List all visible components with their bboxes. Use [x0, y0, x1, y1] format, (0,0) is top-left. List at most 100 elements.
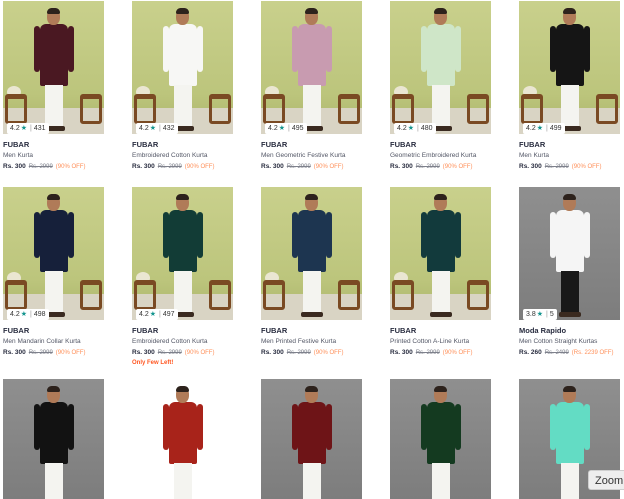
original-price: Rs. 2999 — [286, 350, 311, 356]
chair-prop — [263, 94, 285, 124]
model-figure — [292, 8, 332, 134]
product-price-row: Rs. 300 Rs. 2999 (90% OFF) — [261, 349, 343, 356]
model-legs — [432, 271, 450, 313]
product-title: Men Cotton Straight Kurtas — [519, 338, 598, 345]
product-title: Men Printed Festive Kurta — [261, 338, 337, 345]
product-card[interactable] — [261, 379, 362, 499]
chair-prop — [209, 280, 231, 310]
product-image[interactable]: 4.2★ | 497 — [132, 187, 233, 320]
rating-value: 3.8 — [526, 311, 536, 318]
model-arm — [68, 212, 74, 258]
product-card[interactable]: 4.2★ | 499 FUBAR Men Kurta Rs. 300 Rs. 2999 (90… — [519, 1, 620, 181]
chair-prop — [263, 280, 285, 310]
product-image[interactable]: 4.2★ | 431 — [3, 1, 104, 134]
product-price-row: Rs. 300 Rs. 2999 (90% OFF) — [519, 163, 601, 170]
product-image[interactable] — [390, 187, 491, 320]
star-icon: ★ — [149, 311, 157, 318]
model-arm — [326, 404, 332, 450]
product-image[interactable] — [390, 379, 491, 499]
model-legs — [303, 85, 321, 127]
zoom-button[interactable]: Zoom V — [588, 470, 624, 490]
model-legs — [561, 271, 579, 313]
model-legs — [303, 271, 321, 313]
chair-prop — [5, 280, 27, 310]
product-brand: FUBAR — [519, 140, 546, 149]
model-arm — [455, 26, 461, 72]
model-legs — [45, 463, 63, 499]
stock-urgency-label: Only Few Left! — [132, 360, 174, 366]
rating-value: 4.2 — [139, 125, 149, 132]
model-shoes — [559, 312, 581, 317]
discounted-price: Rs. 300 — [132, 163, 155, 170]
model-arm — [326, 26, 332, 72]
product-image[interactable]: 4.2★ | 499 — [519, 1, 620, 134]
product-card[interactable] — [3, 379, 104, 499]
kurta-garment — [556, 402, 584, 464]
product-price-row: Rs. 300 Rs. 2999 (90% OFF) — [261, 163, 343, 170]
model-figure — [163, 194, 203, 320]
product-card[interactable]: 4.2★ | 495 FUBAR Men Geometric Festive Kurta… — [261, 1, 362, 181]
model-figure — [421, 8, 461, 134]
product-card[interactable]: 3.8★ | 5 Moda Rapido Men Cotton Straight Kur… — [519, 187, 620, 367]
chair-prop — [80, 94, 102, 124]
product-image[interactable] — [132, 379, 233, 499]
model-legs — [561, 85, 579, 127]
product-image[interactable]: 4.2★ | 480 — [390, 1, 491, 134]
product-card[interactable]: 4.2★ | 431 FUBAR Men Kurta Rs. 300 Rs. 2999 (90… — [3, 1, 104, 181]
product-title: Men Geometric Festive Kurta — [261, 152, 346, 159]
product-title: Embroidered Cotton Kurta — [132, 338, 208, 345]
model-hair — [47, 194, 60, 200]
kurta-garment — [298, 210, 326, 272]
model-figure — [550, 194, 590, 320]
product-grid: 4.2★ | 431 FUBAR Men Kurta Rs. 300 Rs. 2999 (90… — [0, 0, 624, 499]
product-image[interactable]: 3.8★ | 5 — [519, 187, 620, 320]
chair-prop — [338, 280, 360, 310]
rating-count: 495 — [291, 125, 304, 132]
product-image[interactable] — [261, 379, 362, 499]
kurta-garment — [169, 402, 197, 464]
model-arm — [68, 404, 74, 450]
model-figure — [34, 386, 74, 499]
rating-separator: | — [30, 125, 32, 132]
product-image[interactable]: 4.2★ | 495 — [261, 1, 362, 134]
chair-prop — [209, 94, 231, 124]
product-image[interactable] — [3, 379, 104, 499]
rating-badge: 4.2★ | 480 — [394, 123, 436, 134]
product-card[interactable]: 4.2★ | 497 FUBAR Embroidered Cotton Kurta Rs.… — [132, 187, 233, 367]
model-hair — [305, 386, 318, 392]
rating-badge: 4.2★ | 498 — [7, 309, 49, 320]
product-title: Men Mandarin Collar Kurta — [3, 338, 81, 345]
chair-prop — [392, 280, 414, 310]
star-icon: ★ — [20, 125, 28, 132]
model-legs — [174, 463, 192, 499]
product-brand: FUBAR — [390, 326, 417, 335]
product-card[interactable]: 4.2★ | 498 FUBAR Men Mandarin Collar Kurta Rs… — [3, 187, 104, 367]
original-price: Rs. 2499 — [544, 350, 569, 356]
product-title: Printed Cotton A-Line Kurta — [390, 338, 470, 345]
model-arm — [455, 212, 461, 258]
product-image[interactable]: 4.2★ | 498 — [3, 187, 104, 320]
model-arm — [584, 26, 590, 72]
product-card[interactable]: FUBAR Printed Cotton A-Line Kurta Rs. 300 R… — [390, 187, 491, 367]
discounted-price: Rs. 260 — [519, 349, 542, 356]
rating-separator: | — [159, 125, 161, 132]
model-hair — [47, 8, 60, 14]
discount-percent: (90% OFF) — [571, 164, 602, 170]
model-figure — [292, 386, 332, 499]
rating-separator: | — [546, 311, 548, 318]
discount-percent: (90% OFF) — [442, 350, 473, 356]
model-hair — [563, 386, 576, 392]
product-card[interactable]: FUBAR Men Printed Festive Kurta Rs. 300 Rs.… — [261, 187, 362, 367]
model-shoes — [301, 312, 323, 317]
product-card[interactable] — [132, 379, 233, 499]
kurta-garment — [427, 210, 455, 272]
product-card[interactable] — [390, 379, 491, 499]
model-hair — [434, 386, 447, 392]
product-image[interactable]: 4.2★ | 432 — [132, 1, 233, 134]
product-image[interactable] — [261, 187, 362, 320]
model-hair — [305, 194, 318, 200]
kurta-garment — [298, 402, 326, 464]
product-card[interactable]: 4.2★ | 432 FUBAR Embroidered Cotton Kurta Rs.… — [132, 1, 233, 181]
product-card[interactable]: 4.2★ | 480 FUBAR Geometric Embroidered Kurta… — [390, 1, 491, 181]
rating-value: 4.2 — [10, 125, 20, 132]
